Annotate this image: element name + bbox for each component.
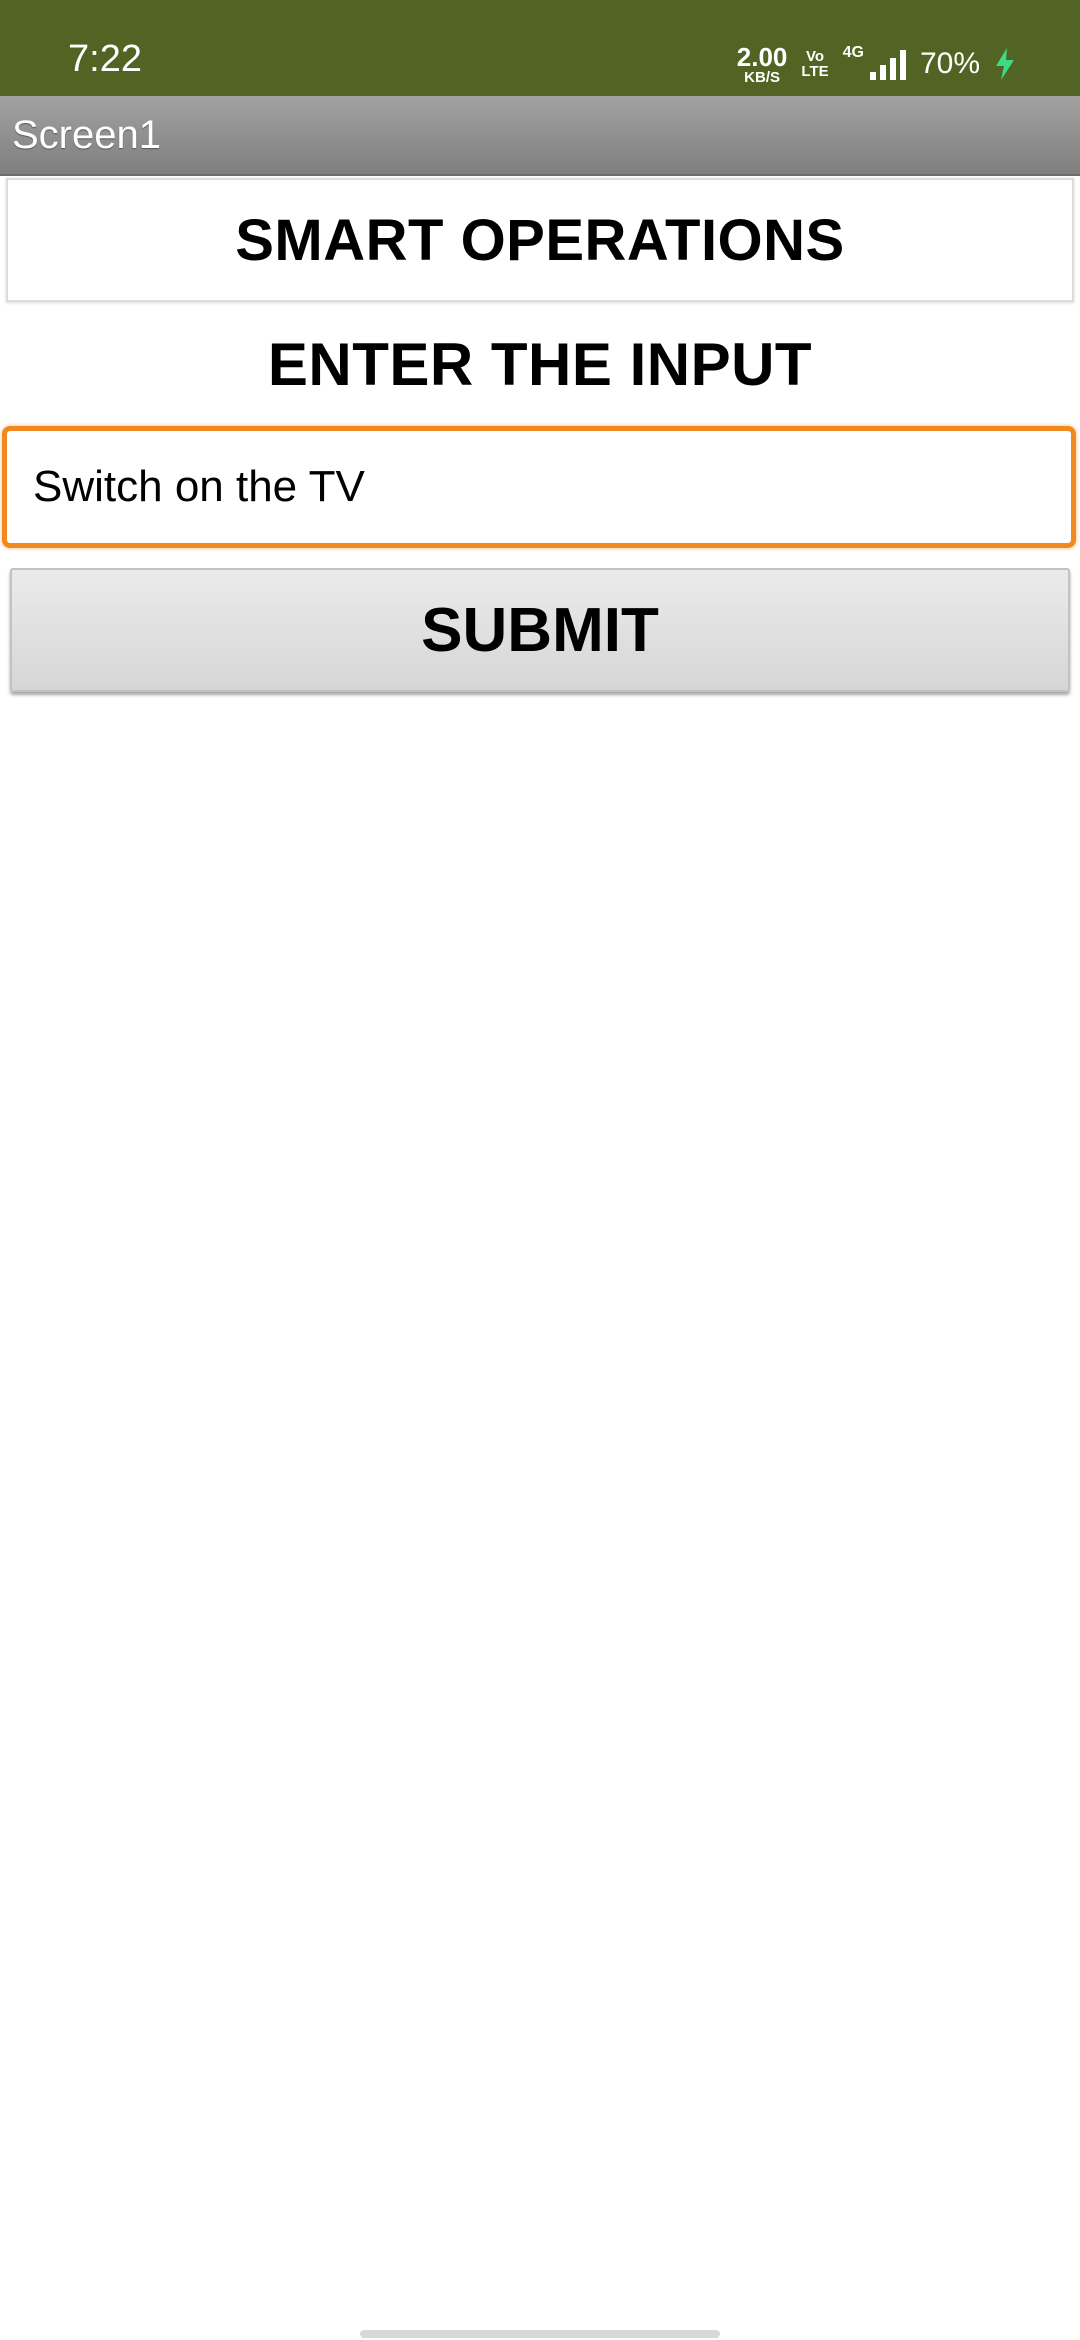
network-speed: 2.00 KB/S [737, 44, 788, 85]
app-bar: Screen1 [0, 96, 1080, 176]
charging-bolt-icon [996, 48, 1014, 80]
volte-bottom: LTE [801, 63, 829, 80]
submit-button[interactable]: SUBMIT [10, 568, 1070, 692]
input-label: ENTER THE INPUT [267, 331, 813, 398]
network-type: 4G [842, 44, 864, 61]
battery-level: 70% [919, 47, 980, 80]
volte-indicator: Vo LTE [801, 49, 828, 79]
app-title: Screen1 [12, 113, 161, 157]
status-time: 7:22 [68, 38, 142, 80]
volte-top: Vo [805, 48, 825, 65]
network-speed-value: 2.00 [736, 41, 788, 72]
command-input[interactable] [2, 426, 1076, 548]
network-speed-unit: KB/S [744, 68, 780, 86]
home-indicator[interactable] [360, 2330, 720, 2338]
status-bar: 7:22 2.00 KB/S Vo LTE 4G 70% [0, 0, 1080, 96]
page-title: SMART OPERATIONS [235, 207, 845, 273]
heading-box: SMART OPERATIONS [6, 178, 1074, 302]
signal-icon [869, 48, 906, 80]
status-icons: 2.00 KB/S Vo LTE 4G 70% [737, 44, 1016, 85]
